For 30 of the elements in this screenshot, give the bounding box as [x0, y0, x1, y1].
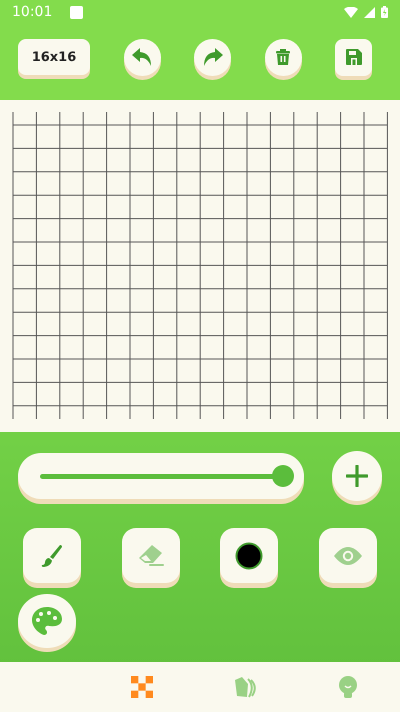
plus-icon	[346, 465, 368, 487]
eraser-button[interactable]	[122, 528, 180, 583]
status-time: 10:01	[12, 4, 52, 20]
brush-icon	[41, 544, 63, 568]
palette-icon	[32, 607, 62, 635]
wifi-icon	[344, 6, 358, 18]
color-swatch-icon	[235, 542, 264, 570]
signal-icon	[364, 6, 375, 18]
undo-icon	[132, 48, 152, 66]
palette-button[interactable]	[18, 594, 76, 648]
brush-size-slider[interactable]	[18, 453, 304, 499]
preview-button[interactable]	[318, 528, 377, 583]
redo-icon	[202, 48, 222, 66]
size-button[interactable]: 16x16	[18, 39, 90, 75]
add-button[interactable]	[332, 451, 382, 501]
brush-button[interactable]	[23, 528, 81, 583]
book-icon	[234, 676, 256, 698]
save-icon	[346, 49, 362, 65]
notification-icon	[70, 6, 84, 18]
redo-button[interactable]	[194, 38, 231, 76]
color-button[interactable]	[220, 528, 278, 583]
pixel-grid[interactable]	[12, 112, 388, 419]
battery-icon	[381, 6, 388, 18]
delete-button[interactable]	[264, 38, 302, 76]
save-button[interactable]	[335, 38, 372, 76]
eye-icon	[334, 546, 362, 564]
undo-button[interactable]	[124, 38, 160, 76]
checker-icon	[130, 676, 152, 698]
trash-icon	[276, 49, 290, 65]
avatar-icon	[338, 676, 358, 698]
